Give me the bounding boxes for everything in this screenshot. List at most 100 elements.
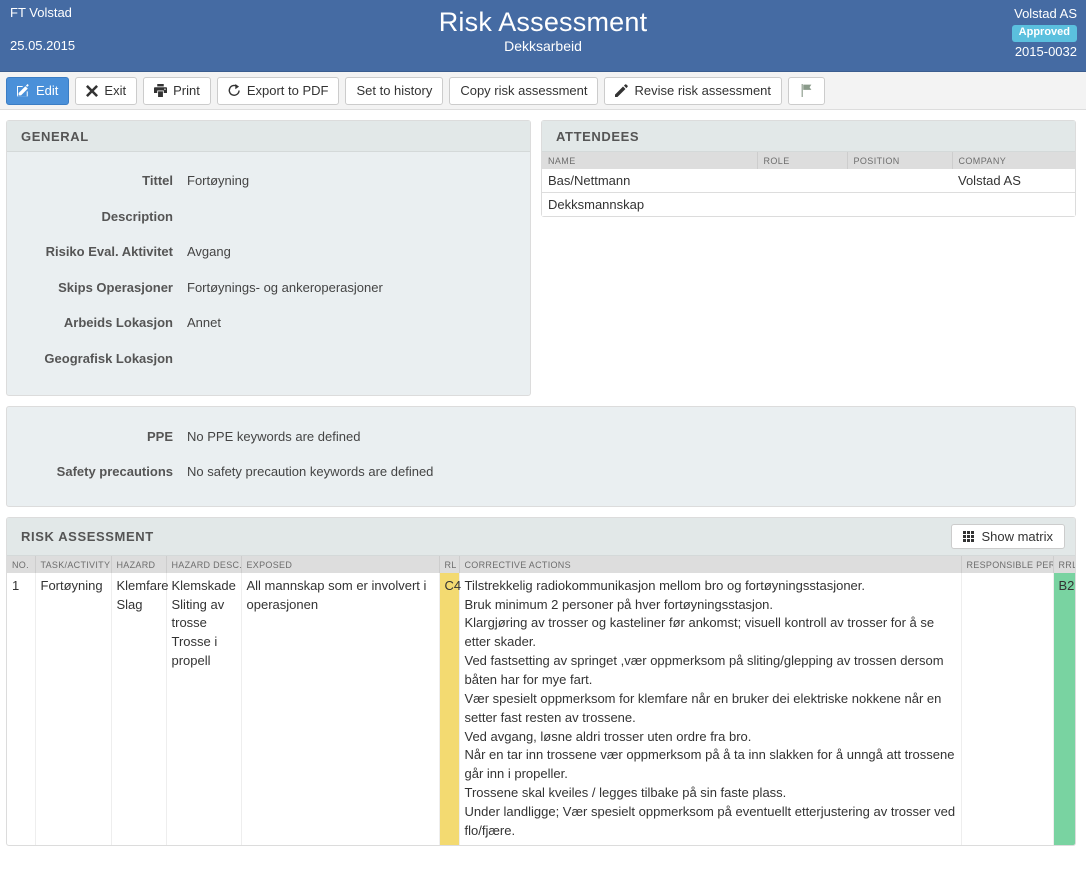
app-header: FT Volstad 25.05.2015 Risk Assessment De… bbox=[0, 0, 1086, 72]
risk-cell-responsible-person bbox=[961, 572, 1054, 845]
corrective-action-item: Under landligge; Vær spesielt oppmerksom… bbox=[464, 803, 956, 838]
hazard-item: Klemfare bbox=[116, 577, 169, 593]
copy-risk-assessment-button-label: Copy risk assessment bbox=[460, 83, 588, 98]
field-arbeids-lokasjon: Arbeids Lokasjon Annet bbox=[7, 305, 530, 341]
exit-button-label: Exit bbox=[104, 83, 127, 98]
field-skips-operasjoner-label: Skips Operasjoner bbox=[58, 279, 173, 295]
general-panel: GENERAL Tittel Fortøyning Description Ri… bbox=[6, 120, 531, 396]
risk-assessment-panel: RISK ASSESSMENT Show matrix NO. TASK/ACT… bbox=[6, 516, 1076, 846]
revise-risk-assessment-button[interactable]: Revise risk assessment bbox=[604, 76, 783, 105]
flag-icon bbox=[800, 84, 813, 97]
field-risiko-eval-aktivitet-label: Risiko Eval. Aktivitet bbox=[45, 244, 173, 260]
corrective-action-item: Ved fastsetting av springet ,vær oppmerk… bbox=[464, 653, 944, 687]
field-arbeids-lokasjon-value: Annet bbox=[187, 315, 221, 331]
ppe-panel-body: PPE No PPE keywords are defined Safety p… bbox=[7, 407, 1075, 506]
risk-header-row: NO. TASK/ACTIVITY HAZARD HAZARD DESC. EX… bbox=[7, 555, 1075, 573]
print-button-label: Print bbox=[173, 83, 200, 98]
printer-icon bbox=[154, 84, 168, 97]
field-tittel-value: Fortøyning bbox=[187, 173, 250, 188]
risk-col-hazard-desc: HAZARD DESC. bbox=[166, 555, 242, 573]
exit-button[interactable]: Exit bbox=[75, 76, 138, 105]
field-ppe: PPE No PPE keywords are defined bbox=[7, 419, 1075, 455]
attendee-role bbox=[757, 192, 847, 216]
pencil-square-icon bbox=[17, 84, 30, 97]
risk-level-badge: C4 bbox=[439, 572, 461, 845]
attendees-panel-title: ATTENDEES bbox=[542, 121, 1075, 152]
show-matrix-button[interactable]: Show matrix bbox=[951, 523, 1065, 549]
ppe-panel: PPE No PPE keywords are defined Safety p… bbox=[6, 405, 1076, 507]
field-description-label: Description bbox=[101, 208, 173, 224]
edit-button-label: Edit bbox=[36, 83, 59, 98]
export-to-pdf-button[interactable]: Export to PDF bbox=[216, 76, 340, 105]
attendee-name: Dekksmannskap bbox=[542, 192, 757, 216]
risk-col-rl: RL bbox=[439, 555, 460, 573]
table-row[interactable]: Dekksmannskap bbox=[542, 192, 1075, 216]
header-center: Risk Assessment Dekksarbeid bbox=[0, 7, 1086, 55]
field-skips-operasjoner: Skips Operasjoner Fortøynings- og ankero… bbox=[7, 270, 530, 306]
field-safety-precautions: Safety precautions No safety precaution … bbox=[7, 454, 1075, 490]
hazard-desc-item: Sliting av trosse bbox=[171, 596, 225, 631]
set-to-history-button[interactable]: Set to history bbox=[345, 76, 444, 105]
document-number: 2015-0032 bbox=[1014, 44, 1077, 59]
attendee-name: Bas/Nettmann bbox=[542, 169, 757, 193]
attendee-company bbox=[952, 192, 1075, 216]
risk-assessment-header: RISK ASSESSMENT Show matrix bbox=[7, 517, 1075, 556]
field-safety-precautions-value: No safety precaution keywords are define… bbox=[187, 464, 434, 480]
attendee-position bbox=[847, 169, 952, 193]
hazard-desc-item: Klemskade bbox=[171, 577, 236, 593]
copy-risk-assessment-button[interactable]: Copy risk assessment bbox=[449, 76, 599, 105]
field-ppe-label: PPE bbox=[146, 428, 173, 444]
table-row[interactable]: Bas/Nettmann Volstad AS bbox=[542, 169, 1075, 193]
edit-button[interactable]: Edit bbox=[6, 76, 70, 105]
attendees-col-name: NAME bbox=[542, 152, 758, 169]
field-tittel: Tittel Fortøyning bbox=[7, 163, 530, 199]
field-geografisk-lokasjon: Geografisk Lokasjon bbox=[7, 341, 530, 377]
risk-cell-hazard-desc: Klemskade Sliting av trosse Trosse i pro… bbox=[166, 572, 242, 845]
print-button[interactable]: Print bbox=[143, 76, 211, 105]
risk-cell-corrective-actions: Tilstrekkelig radiokommunikasjon mellom … bbox=[459, 572, 962, 845]
field-skips-operasjoner-value: Fortøynings- og ankeroperasjoner bbox=[187, 279, 383, 295]
general-panel-body: Tittel Fortøyning Description Risiko Eva… bbox=[7, 152, 530, 395]
residual-risk-level-badge: B2 bbox=[1053, 572, 1075, 845]
table-row[interactable]: 1 Fortøyning Klemfare Slag Klemskade Sli… bbox=[7, 572, 1075, 845]
revise-risk-assessment-button-label: Revise risk assessment bbox=[634, 83, 772, 98]
attendees-table: NAME ROLE POSITION COMPANY Bas/Nettmann … bbox=[542, 152, 1075, 216]
risk-col-responsible-person: RESPONSIBLE PERSON bbox=[961, 555, 1054, 573]
show-matrix-button-label: Show matrix bbox=[981, 528, 1053, 544]
page-subtitle: Dekksarbeid bbox=[504, 38, 582, 55]
hazard-item: Slag bbox=[116, 596, 143, 612]
status-badge: Approved bbox=[1011, 25, 1077, 42]
risk-col-rrl: RRL bbox=[1053, 555, 1075, 573]
flag-button[interactable] bbox=[788, 76, 826, 105]
field-safety-precautions-label: Safety precautions bbox=[56, 464, 173, 480]
attendees-header-row: NAME ROLE POSITION COMPANY bbox=[542, 152, 1075, 169]
risk-assessment-title: RISK ASSESSMENT bbox=[21, 528, 154, 544]
attendee-company: Volstad AS bbox=[952, 169, 1075, 193]
risk-col-hazard: HAZARD bbox=[111, 555, 167, 573]
hazard-desc-item: Trosse i propell bbox=[171, 634, 218, 669]
risk-cell-no: 1 bbox=[7, 572, 36, 845]
corrective-action-item: Klargjøring av trosser og kasteliner før… bbox=[464, 615, 935, 650]
attendee-position bbox=[847, 192, 952, 216]
field-risiko-eval-aktivitet-value: Avgang bbox=[187, 244, 231, 260]
attendees-col-role: ROLE bbox=[757, 152, 848, 169]
risk-col-no: NO. bbox=[7, 555, 36, 573]
field-risiko-eval-aktivitet: Risiko Eval. Aktivitet Avgang bbox=[7, 234, 530, 270]
risk-cell-task: Fortøyning bbox=[35, 572, 112, 845]
risk-cell-hazard: Klemfare Slag bbox=[111, 572, 169, 845]
close-x-icon bbox=[86, 84, 99, 97]
toolbar: Edit Exit Print Export to PDF Set to his… bbox=[0, 72, 1086, 110]
attendee-role bbox=[757, 169, 847, 193]
pencil-icon bbox=[615, 84, 629, 97]
corrective-action-item: Bruk minimum 2 personer på hver fortøyni… bbox=[464, 596, 774, 612]
field-ppe-value: No PPE keywords are defined bbox=[187, 428, 361, 444]
corrective-action-item: Tilstrekkelig radiokommunikasjon mellom … bbox=[464, 577, 866, 593]
field-tittel-label: Tittel bbox=[142, 173, 173, 188]
company-name: Volstad AS bbox=[1014, 6, 1077, 21]
corrective-action-item: Vær spesielt oppmerksom for klemfare når… bbox=[464, 690, 942, 725]
field-geografisk-lokasjon-label: Geografisk Lokasjon bbox=[44, 350, 173, 366]
corrective-action-item: Ved avgang, løsne aldri trosser uten ord… bbox=[464, 728, 752, 744]
page-title: Risk Assessment bbox=[438, 7, 648, 37]
attendees-panel: ATTENDEES NAME ROLE POSITION COMPANY Bas… bbox=[541, 120, 1076, 217]
external-share-icon bbox=[228, 84, 241, 97]
